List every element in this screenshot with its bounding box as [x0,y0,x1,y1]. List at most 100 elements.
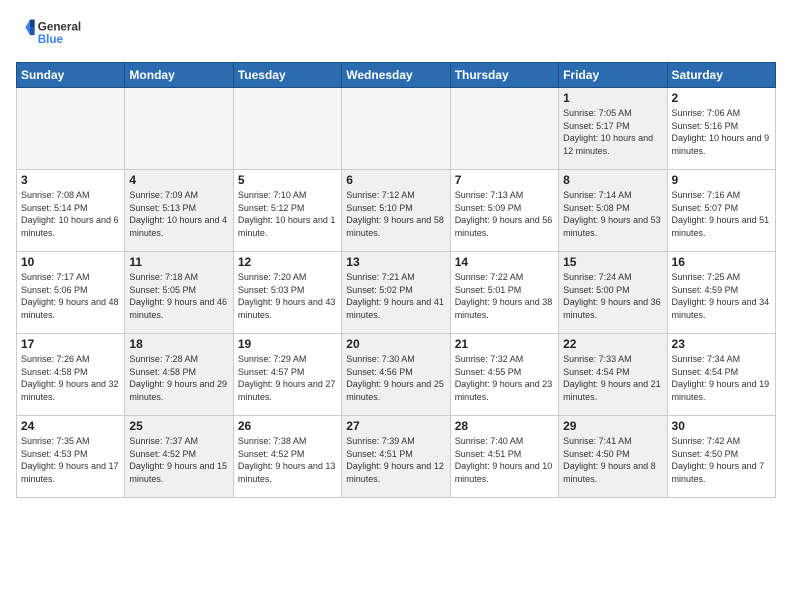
day-info: Sunrise: 7:42 AM Sunset: 4:50 PM Dayligh… [672,435,771,485]
day-number: 1 [563,91,662,105]
day-info: Sunrise: 7:08 AM Sunset: 5:14 PM Dayligh… [21,189,120,239]
calendar-day-cell: 15 Sunrise: 7:24 AM Sunset: 5:00 PM Dayli… [559,252,667,334]
calendar-day-cell [233,88,341,170]
weekday-header: Tuesday [233,63,341,88]
day-number: 10 [21,255,120,269]
day-number: 8 [563,173,662,187]
calendar-day-cell: 19 Sunrise: 7:29 AM Sunset: 4:57 PM Dayli… [233,334,341,416]
day-info: Sunrise: 7:33 AM Sunset: 4:54 PM Dayligh… [563,353,662,403]
weekday-header: Wednesday [342,63,450,88]
calendar-day-cell: 10Sunrise: 7:17 AM Sunset: 5:06 PM Dayli… [17,252,125,334]
day-info: Sunrise: 7:16 AM Sunset: 5:07 PM Dayligh… [672,189,771,239]
calendar-day-cell: 14 Sunrise: 7:22 AM Sunset: 5:01 PM Dayli… [450,252,558,334]
page-container: General Blue SundayMondayTuesdayWednesda… [0,0,792,506]
day-number: 27 [346,419,445,433]
day-info: Sunrise: 7:06 AM Sunset: 5:16 PM Dayligh… [672,107,771,157]
calendar-day-cell [125,88,233,170]
weekday-header: Monday [125,63,233,88]
calendar-day-cell: 17 Sunrise: 7:26 AM Sunset: 4:58 PM Dayli… [17,334,125,416]
day-info: Sunrise: 7:25 AM Sunset: 4:59 PM Dayligh… [672,271,771,321]
day-info: Sunrise: 7:41 AM Sunset: 4:50 PM Dayligh… [563,435,662,485]
svg-text:General: General [38,20,81,33]
calendar-day-cell: 21 Sunrise: 7:32 AM Sunset: 4:55 PM Dayli… [450,334,558,416]
day-number: 15 [563,255,662,269]
calendar-day-cell: 28Sunrise: 7:40 AM Sunset: 4:51 PM Dayli… [450,416,558,498]
day-number: 17 [21,337,120,351]
day-info: Sunrise: 7:22 AM Sunset: 5:01 PM Dayligh… [455,271,554,321]
day-info: Sunrise: 7:14 AM Sunset: 5:08 PM Dayligh… [563,189,662,239]
day-info: Sunrise: 7:28 AM Sunset: 4:58 PM Dayligh… [129,353,228,403]
day-number: 22 [563,337,662,351]
calendar-day-cell: 6Sunrise: 7:12 AM Sunset: 5:10 PM Daylig… [342,170,450,252]
day-number: 5 [238,173,337,187]
day-number: 19 [238,337,337,351]
day-number: 9 [672,173,771,187]
day-info: Sunrise: 7:24 AM Sunset: 5:00 PM Dayligh… [563,271,662,321]
weekday-header: Thursday [450,63,558,88]
day-number: 18 [129,337,228,351]
calendar-day-cell: 23 Sunrise: 7:34 AM Sunset: 4:54 PM Dayli… [667,334,775,416]
calendar-day-cell: 4Sunrise: 7:09 AM Sunset: 5:13 PM Daylig… [125,170,233,252]
day-number: 12 [238,255,337,269]
logo: General Blue [16,12,86,52]
calendar-day-cell: 24Sunrise: 7:35 AM Sunset: 4:53 PM Dayli… [17,416,125,498]
day-number: 25 [129,419,228,433]
calendar-day-cell: 25 Sunrise: 7:37 AM Sunset: 4:52 PM Dayli… [125,416,233,498]
day-number: 2 [672,91,771,105]
day-number: 14 [455,255,554,269]
day-info: Sunrise: 7:29 AM Sunset: 4:57 PM Dayligh… [238,353,337,403]
day-info: Sunrise: 7:37 AM Sunset: 4:52 PM Dayligh… [129,435,228,485]
calendar-day-cell: 2 Sunrise: 7:06 AM Sunset: 5:16 PM Daylig… [667,88,775,170]
calendar-week-row: 24Sunrise: 7:35 AM Sunset: 4:53 PM Dayli… [17,416,776,498]
day-info: Sunrise: 7:12 AM Sunset: 5:10 PM Dayligh… [346,189,445,239]
calendar-day-cell: 27 Sunrise: 7:39 AM Sunset: 4:51 PM Dayli… [342,416,450,498]
svg-text:Blue: Blue [38,33,64,46]
day-number: 23 [672,337,771,351]
calendar-day-cell: 11 Sunrise: 7:18 AM Sunset: 5:05 PM Dayli… [125,252,233,334]
calendar-day-cell: 29 Sunrise: 7:41 AM Sunset: 4:50 PM Dayli… [559,416,667,498]
calendar-day-cell: 30Sunrise: 7:42 AM Sunset: 4:50 PM Dayli… [667,416,775,498]
day-number: 13 [346,255,445,269]
calendar-day-cell: 9 Sunrise: 7:16 AM Sunset: 5:07 PM Daylig… [667,170,775,252]
weekday-header: Sunday [17,63,125,88]
day-number: 3 [21,173,120,187]
calendar-day-cell: 13Sunrise: 7:21 AM Sunset: 5:02 PM Dayli… [342,252,450,334]
calendar-day-cell [342,88,450,170]
day-info: Sunrise: 7:05 AM Sunset: 5:17 PM Dayligh… [563,107,662,157]
calendar-day-cell: 7 Sunrise: 7:13 AM Sunset: 5:09 PM Daylig… [450,170,558,252]
day-number: 26 [238,419,337,433]
logo-svg: General Blue [16,12,86,52]
day-info: Sunrise: 7:18 AM Sunset: 5:05 PM Dayligh… [129,271,228,321]
day-number: 11 [129,255,228,269]
day-info: Sunrise: 7:40 AM Sunset: 4:51 PM Dayligh… [455,435,554,485]
day-info: Sunrise: 7:30 AM Sunset: 4:56 PM Dayligh… [346,353,445,403]
day-info: Sunrise: 7:13 AM Sunset: 5:09 PM Dayligh… [455,189,554,239]
day-info: Sunrise: 7:10 AM Sunset: 5:12 PM Dayligh… [238,189,337,239]
day-number: 21 [455,337,554,351]
weekday-header: Friday [559,63,667,88]
day-info: Sunrise: 7:39 AM Sunset: 4:51 PM Dayligh… [346,435,445,485]
day-number: 16 [672,255,771,269]
calendar-day-cell: 1 Sunrise: 7:05 AM Sunset: 5:17 PM Daylig… [559,88,667,170]
calendar-day-cell: 18 Sunrise: 7:28 AM Sunset: 4:58 PM Dayli… [125,334,233,416]
day-info: Sunrise: 7:34 AM Sunset: 4:54 PM Dayligh… [672,353,771,403]
calendar-table: SundayMondayTuesdayWednesdayThursdayFrid… [16,62,776,498]
header: General Blue [16,12,776,52]
day-info: Sunrise: 7:35 AM Sunset: 4:53 PM Dayligh… [21,435,120,485]
day-number: 20 [346,337,445,351]
calendar-day-cell: 26 Sunrise: 7:38 AM Sunset: 4:52 PM Dayli… [233,416,341,498]
calendar-day-cell: 3 Sunrise: 7:08 AM Sunset: 5:14 PM Daylig… [17,170,125,252]
day-info: Sunrise: 7:09 AM Sunset: 5:13 PM Dayligh… [129,189,228,239]
day-info: Sunrise: 7:38 AM Sunset: 4:52 PM Dayligh… [238,435,337,485]
calendar-day-cell: 5 Sunrise: 7:10 AM Sunset: 5:12 PM Daylig… [233,170,341,252]
calendar-week-row: 10Sunrise: 7:17 AM Sunset: 5:06 PM Dayli… [17,252,776,334]
calendar-week-row: 3 Sunrise: 7:08 AM Sunset: 5:14 PM Daylig… [17,170,776,252]
day-number: 29 [563,419,662,433]
calendar-day-cell: 16 Sunrise: 7:25 AM Sunset: 4:59 PM Dayli… [667,252,775,334]
day-info: Sunrise: 7:26 AM Sunset: 4:58 PM Dayligh… [21,353,120,403]
calendar-day-cell [17,88,125,170]
day-number: 7 [455,173,554,187]
day-info: Sunrise: 7:32 AM Sunset: 4:55 PM Dayligh… [455,353,554,403]
calendar-week-row: 1 Sunrise: 7:05 AM Sunset: 5:17 PM Daylig… [17,88,776,170]
calendar-week-row: 17 Sunrise: 7:26 AM Sunset: 4:58 PM Dayli… [17,334,776,416]
